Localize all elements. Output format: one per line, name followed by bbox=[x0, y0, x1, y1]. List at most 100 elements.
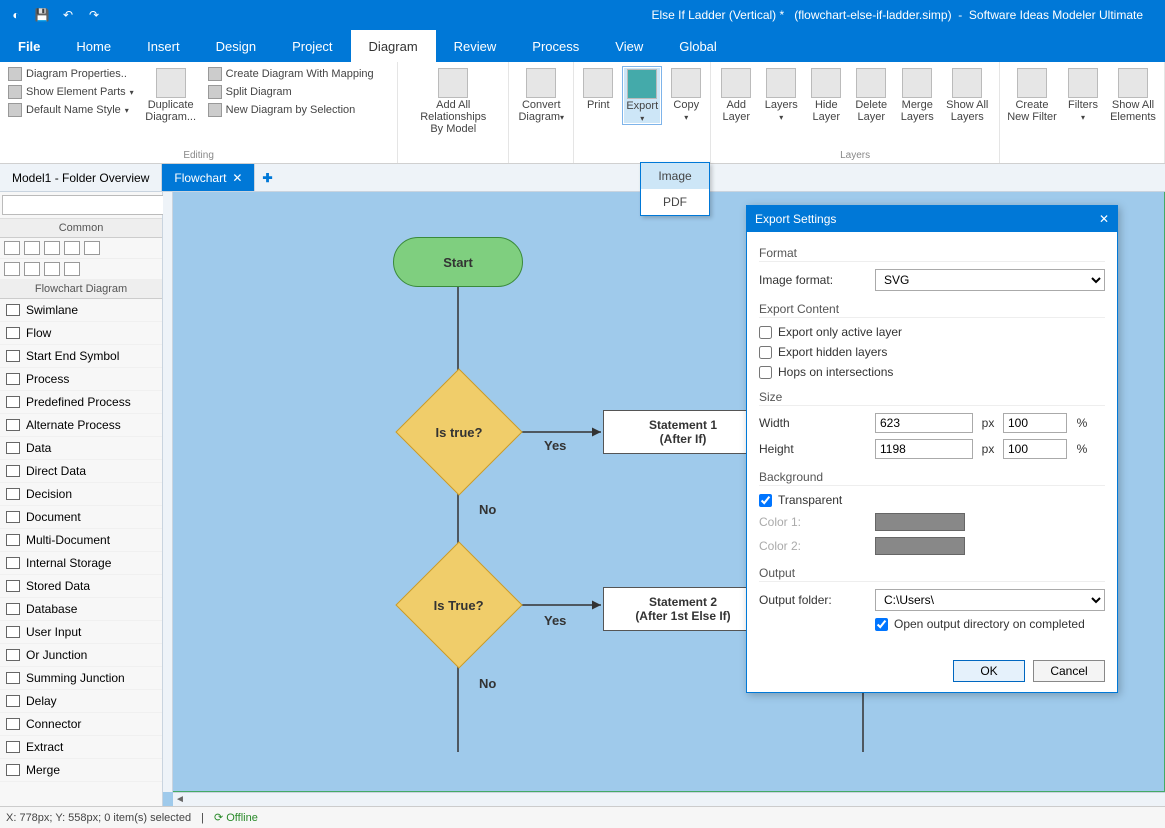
create-new-filter[interactable]: Create New Filter bbox=[1006, 66, 1058, 123]
undo-icon[interactable]: ↶ bbox=[58, 5, 78, 25]
image-format-select[interactable]: SVG bbox=[875, 269, 1105, 291]
app-name: Software Ideas Modeler Ultimate bbox=[969, 8, 1143, 22]
palette-item[interactable]: Document bbox=[0, 506, 162, 529]
sidebar: 🔍 Common Flowchart Diagram SwimlaneFlowS… bbox=[0, 192, 163, 806]
canvas[interactable]: Start Is true? Yes No Statement 1(After … bbox=[163, 192, 1165, 806]
layers-button[interactable]: Layers▾ bbox=[761, 66, 801, 123]
label-no-1: No bbox=[479, 502, 496, 517]
merge-layers[interactable]: Merge Layers bbox=[897, 66, 937, 123]
color1-swatch[interactable] bbox=[875, 513, 965, 531]
color1-label: Color 1: bbox=[759, 515, 869, 529]
palette-item[interactable]: Summing Junction bbox=[0, 667, 162, 690]
group-format: Format bbox=[759, 246, 1105, 262]
add-tab-button[interactable]: ✚ bbox=[255, 164, 279, 191]
export-button[interactable]: Export▾ bbox=[622, 66, 662, 125]
document-tabs: Model1 - Folder Overview Flowchart✕ ✚ bbox=[0, 164, 1165, 192]
menu-design[interactable]: Design bbox=[198, 30, 274, 62]
convert-diagram[interactable]: Convert Diagram▾ bbox=[515, 66, 567, 123]
delete-layer[interactable]: Delete Layer bbox=[851, 66, 891, 123]
palette-item[interactable]: Decision bbox=[0, 483, 162, 506]
new-diagram-selection[interactable]: New Diagram by Selection bbox=[206, 102, 376, 118]
color2-swatch[interactable] bbox=[875, 537, 965, 555]
doc-file: (flowchart-else-if-ladder.simp) bbox=[794, 8, 951, 22]
width-label: Width bbox=[759, 416, 869, 430]
menu-process[interactable]: Process bbox=[514, 30, 597, 62]
palette-item[interactable]: Alternate Process bbox=[0, 414, 162, 437]
print-button[interactable]: Print bbox=[580, 66, 616, 111]
palette-item[interactable]: Multi-Document bbox=[0, 529, 162, 552]
palette-item[interactable]: Swimlane bbox=[0, 299, 162, 322]
check-open-output[interactable] bbox=[875, 618, 888, 631]
check-hops[interactable] bbox=[759, 366, 772, 379]
ok-button[interactable]: OK bbox=[953, 660, 1025, 682]
filters-button[interactable]: Filters▾ bbox=[1064, 66, 1102, 123]
close-icon[interactable]: ✕ bbox=[232, 171, 242, 185]
menu-file[interactable]: File bbox=[0, 30, 58, 62]
menu-insert[interactable]: Insert bbox=[129, 30, 198, 62]
default-name-style[interactable]: Default Name Style ▾ bbox=[6, 102, 136, 118]
split-diagram[interactable]: Split Diagram bbox=[206, 84, 376, 100]
ribbon: Diagram Properties.. Show Element Parts … bbox=[0, 62, 1165, 164]
redo-icon[interactable]: ↷ bbox=[84, 5, 104, 25]
menu-project[interactable]: Project bbox=[274, 30, 350, 62]
menu-global[interactable]: Global bbox=[661, 30, 735, 62]
save-icon[interactable]: 💾 bbox=[32, 5, 52, 25]
palette-item[interactable]: Database bbox=[0, 598, 162, 621]
menu-review[interactable]: Review bbox=[436, 30, 515, 62]
diagram-properties[interactable]: Diagram Properties.. bbox=[6, 66, 136, 82]
export-pdf[interactable]: PDF bbox=[641, 189, 709, 215]
node-statement-2[interactable]: Statement 2(After 1st Else If) bbox=[603, 587, 763, 631]
width-pct-input[interactable] bbox=[1003, 413, 1067, 433]
palette-item[interactable]: Or Junction bbox=[0, 644, 162, 667]
tool-row-1 bbox=[0, 238, 162, 259]
palette-item[interactable]: Flow bbox=[0, 322, 162, 345]
pointer-tool[interactable] bbox=[4, 241, 20, 255]
node-decision-1[interactable]: Is true? bbox=[395, 368, 522, 495]
palette-item[interactable]: Data bbox=[0, 437, 162, 460]
hide-layer[interactable]: Hide Layer bbox=[807, 66, 845, 123]
node-start[interactable]: Start bbox=[393, 237, 523, 287]
show-all-elements[interactable]: Show All Elements bbox=[1108, 66, 1158, 123]
copy-button[interactable]: Copy▾ bbox=[668, 66, 704, 123]
duplicate-diagram[interactable]: Duplicate Diagram... bbox=[142, 66, 200, 123]
show-all-layers[interactable]: Show All Layers bbox=[943, 66, 991, 123]
add-layer[interactable]: Add Layer bbox=[717, 66, 755, 123]
show-element-parts[interactable]: Show Element Parts ▾ bbox=[6, 84, 136, 100]
check-only-active[interactable] bbox=[759, 326, 772, 339]
check-hidden-layers[interactable] bbox=[759, 346, 772, 359]
cancel-button[interactable]: Cancel bbox=[1033, 660, 1105, 682]
export-image[interactable]: Image bbox=[641, 163, 709, 189]
create-diagram-mapping[interactable]: Create Diagram With Mapping bbox=[206, 66, 376, 82]
palette-item[interactable]: Delay bbox=[0, 690, 162, 713]
menu-home[interactable]: Home bbox=[58, 30, 129, 62]
menu-view[interactable]: View bbox=[597, 30, 661, 62]
doc-title: Else If Ladder (Vertical) * bbox=[651, 8, 784, 22]
tab-folder-overview[interactable]: Model1 - Folder Overview bbox=[0, 164, 162, 191]
export-settings-dialog: Export Settings ✕ Format Image format: S… bbox=[746, 205, 1118, 693]
dialog-close-icon[interactable]: ✕ bbox=[1099, 212, 1109, 226]
status-offline: ⟳ Offline bbox=[214, 811, 258, 824]
menu-diagram[interactable]: Diagram bbox=[351, 30, 436, 62]
palette-item[interactable]: Process bbox=[0, 368, 162, 391]
tab-flowchart[interactable]: Flowchart✕ bbox=[162, 164, 255, 191]
check-transparent[interactable] bbox=[759, 494, 772, 507]
output-folder-select[interactable]: C:\Users\ bbox=[875, 589, 1105, 611]
node-decision-2[interactable]: Is True? bbox=[395, 541, 522, 668]
palette-item[interactable]: Merge bbox=[0, 759, 162, 782]
add-all-relationships[interactable]: Add All Relationships By Model bbox=[404, 66, 502, 135]
palette-item[interactable]: Extract bbox=[0, 736, 162, 759]
palette-item[interactable]: User Input bbox=[0, 621, 162, 644]
height-pct-input[interactable] bbox=[1003, 439, 1067, 459]
palette-item[interactable]: Direct Data bbox=[0, 460, 162, 483]
palette-item[interactable]: Start End Symbol bbox=[0, 345, 162, 368]
palette-item[interactable]: Stored Data bbox=[0, 575, 162, 598]
palette-item[interactable]: Predefined Process bbox=[0, 391, 162, 414]
height-px-input[interactable] bbox=[875, 439, 973, 459]
palette-item[interactable]: Connector bbox=[0, 713, 162, 736]
horizontal-scrollbar[interactable]: ◄ bbox=[173, 792, 1165, 806]
group-background: Background bbox=[759, 470, 1105, 486]
palette-item[interactable]: Internal Storage bbox=[0, 552, 162, 575]
search-input[interactable] bbox=[2, 195, 167, 215]
width-px-input[interactable] bbox=[875, 413, 973, 433]
node-statement-1[interactable]: Statement 1(After If) bbox=[603, 410, 763, 454]
